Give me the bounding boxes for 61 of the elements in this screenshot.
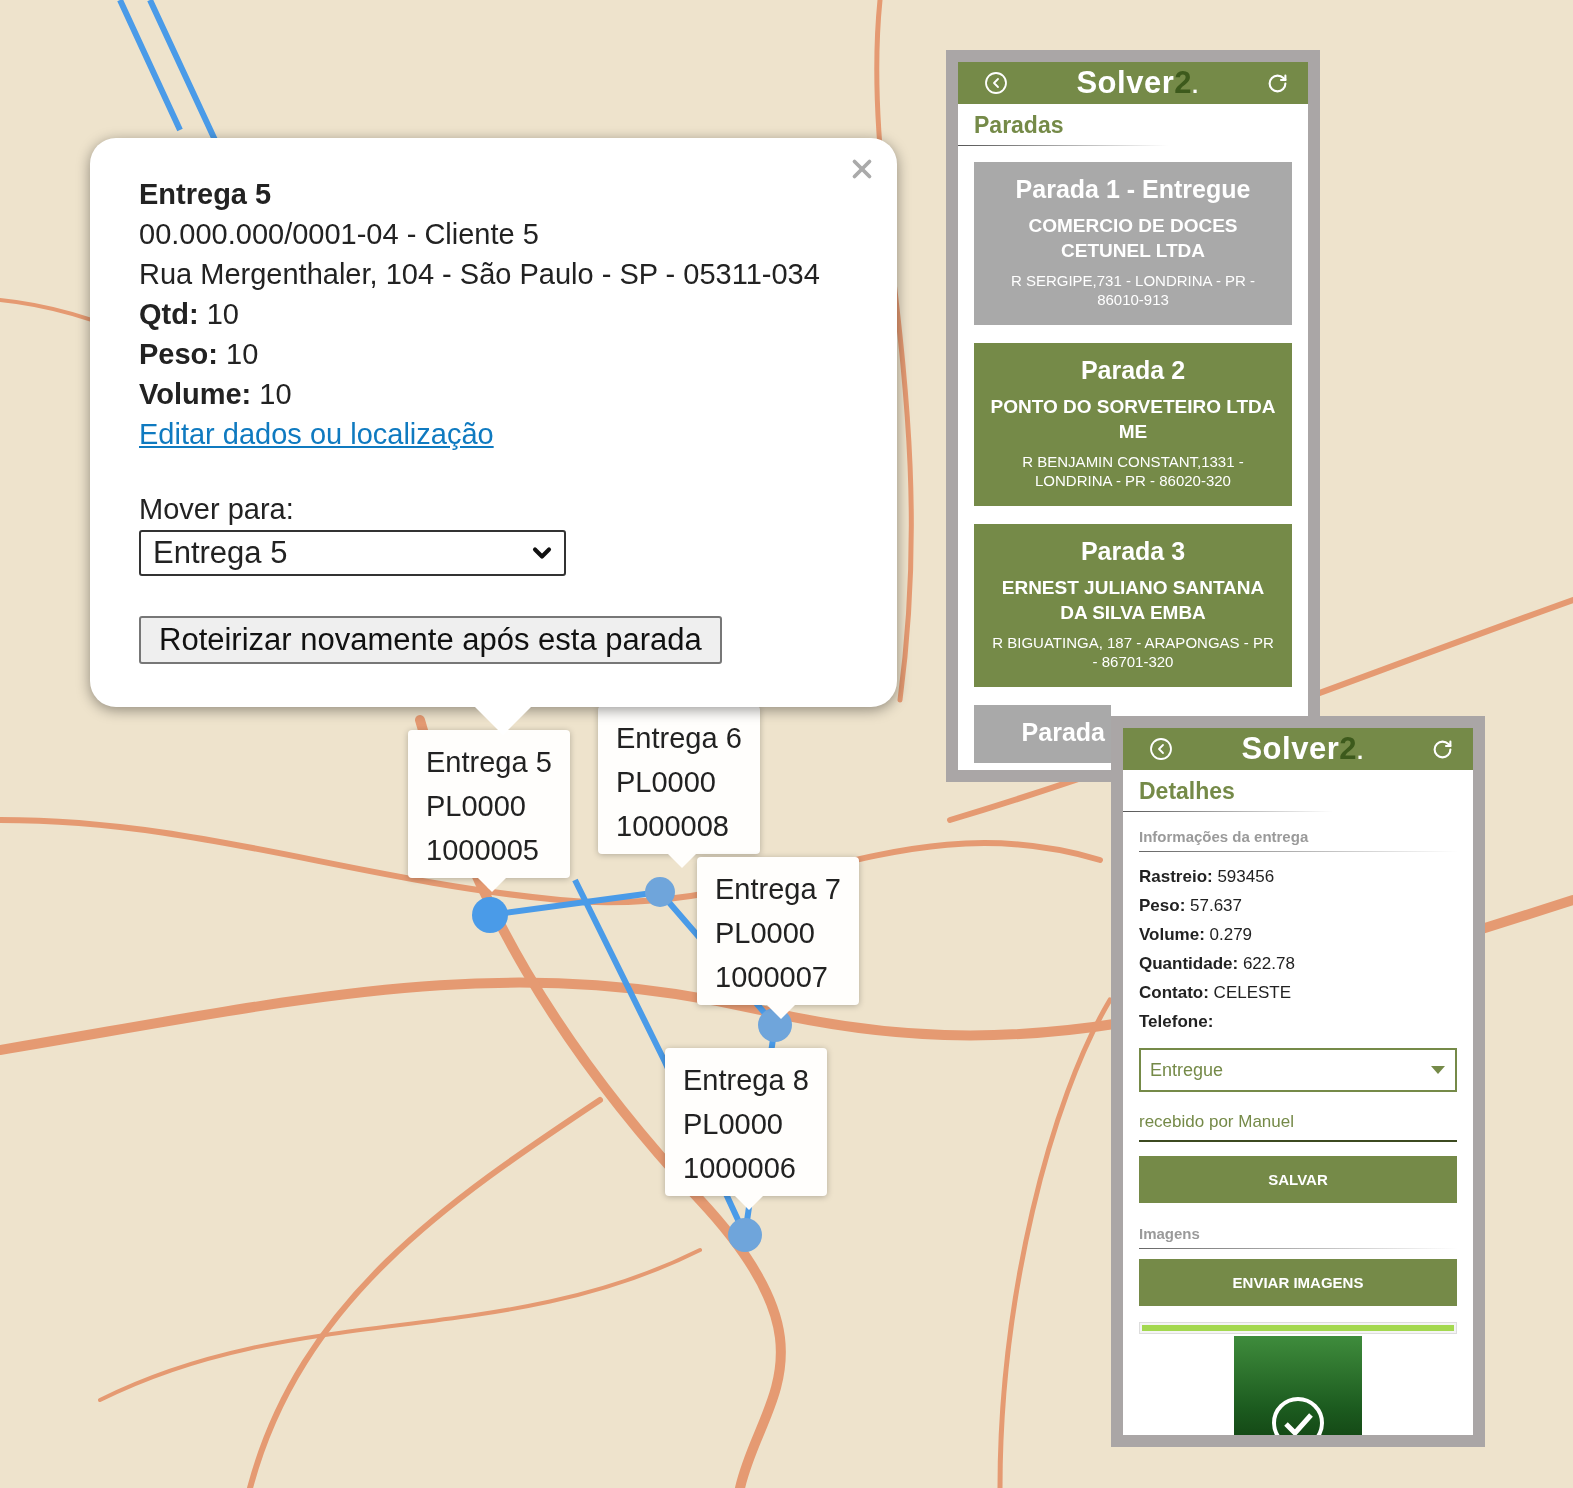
logo: Solver2. bbox=[1076, 65, 1199, 101]
edit-link[interactable]: Editar dados ou localização bbox=[139, 414, 494, 454]
stop-name: COMERCIO DE DOCES CETUNEL LTDA bbox=[1027, 214, 1239, 263]
detail-field: Telefone: bbox=[1139, 1011, 1457, 1032]
marker-code: PL0000 bbox=[683, 1107, 784, 1142]
stop-card[interactable]: Parada 1 - Entregue COMERCIO DE DOCES CETUNEL LTDA R SERGIPE,731 - LONDRINA - PR - 86010-913 bbox=[974, 162, 1292, 325]
delivery-info: Rua Mergenthaler, 104 - São Paulo - SP - 05311-034 bbox=[139, 257, 821, 292]
move-label: Mover para: bbox=[139, 492, 295, 526]
marker-title: Entrega 8 bbox=[683, 1063, 809, 1098]
note-field[interactable]: recebido por Manuel bbox=[1139, 1104, 1457, 1142]
stop-name: ERNEST JULIANO SANTANA DA SILVA EMBA bbox=[1000, 576, 1266, 625]
stop-address: R SERGIPE,731 - LONDRINA - PR - 86010-913 bbox=[1009, 271, 1257, 309]
stop-card[interactable]: Parada 2 PONTO DO SORVETEIRO LTDA ME R BENJAMIN CONSTANT,1331 - LONDRINA - PR - 86020-320 bbox=[974, 343, 1292, 506]
stop-title: Parada 2 bbox=[1079, 355, 1187, 385]
detail-field: Rastreio: 593456 bbox=[1139, 866, 1457, 887]
save-button[interactable]: SALVAR bbox=[1139, 1156, 1457, 1203]
marker-code: PL0000 bbox=[426, 789, 527, 824]
map-marker-icon[interactable] bbox=[645, 877, 675, 907]
delivery-field: Volume: 10 bbox=[139, 374, 849, 414]
stop-address: R BENJAMIN CONSTANT,1331 - LONDRINA - PR - 86020-320 bbox=[1021, 452, 1245, 490]
marker-code: PL0000 bbox=[715, 916, 816, 951]
move-select[interactable]: Entrega 5 bbox=[139, 530, 566, 576]
stop-title: Parada 1 - Entregue bbox=[1014, 174, 1252, 204]
status-select[interactable]: Entregue bbox=[1139, 1048, 1457, 1092]
marker-code: 1000005 bbox=[426, 833, 540, 868]
marker-code: 1000008 bbox=[616, 809, 730, 844]
panel-title: Paradas bbox=[958, 104, 1308, 146]
back-icon[interactable] bbox=[984, 71, 1008, 95]
marker-code: 1000006 bbox=[683, 1151, 797, 1186]
delivery-field: Qtd: 10 bbox=[139, 294, 849, 334]
delivery-title: Entrega 5 bbox=[139, 177, 273, 212]
delivery-info: 00.000.000/0001-04 - Cliente 5 bbox=[139, 217, 540, 252]
stop-name: PONTO DO SORVETEIRO LTDA ME bbox=[989, 395, 1277, 444]
detail-field: Volume: 0.279 bbox=[1139, 924, 1457, 945]
stop-address: R BIGUATINGA, 187 - ARAPONGAS - PR - 86701-320 bbox=[991, 633, 1275, 671]
refresh-icon[interactable] bbox=[1267, 72, 1288, 94]
detail-field: Contato: CELESTE bbox=[1139, 982, 1457, 1003]
map-marker-icon[interactable] bbox=[472, 897, 508, 933]
refresh-icon[interactable] bbox=[1432, 738, 1453, 760]
back-icon[interactable] bbox=[1149, 737, 1173, 761]
section-heading: Informações da entrega bbox=[1139, 828, 1457, 852]
stop-title: Parada bbox=[1020, 717, 1105, 747]
check-icon bbox=[1271, 1396, 1325, 1435]
marker-title: Entrega 6 bbox=[616, 721, 742, 756]
delivery-field: Peso: 10 bbox=[139, 334, 849, 374]
logo: Solver2. bbox=[1241, 731, 1364, 767]
marker-code: PL0000 bbox=[616, 765, 717, 800]
upload-button[interactable]: ENVIAR IMAGENS bbox=[1139, 1259, 1457, 1306]
stop-card[interactable]: Parada 3 ERNEST JULIANO SANTANA DA SILVA EMBA R BIGUATINGA, 187 - ARAPONGAS - PR - 86701-320 bbox=[974, 524, 1292, 687]
reroute-button[interactable]: Roteirizar novamente após esta parada bbox=[139, 616, 722, 664]
detail-field: Peso: 57.637 bbox=[1139, 895, 1457, 916]
stop-card[interactable]: Parada bbox=[974, 705, 1111, 763]
section-heading: Imagens bbox=[1139, 1225, 1457, 1249]
marker-code: 1000007 bbox=[715, 960, 829, 995]
detail-field: Quantidade: 622.78 bbox=[1139, 953, 1457, 974]
marker-title: Entrega 7 bbox=[715, 872, 841, 907]
map-marker-icon[interactable] bbox=[728, 1218, 762, 1252]
panel-title: Detalhes bbox=[1123, 770, 1473, 812]
stop-title: Parada 3 bbox=[1079, 536, 1187, 566]
marker-title: Entrega 5 bbox=[426, 745, 552, 780]
dropdown-icon bbox=[1431, 1066, 1445, 1074]
